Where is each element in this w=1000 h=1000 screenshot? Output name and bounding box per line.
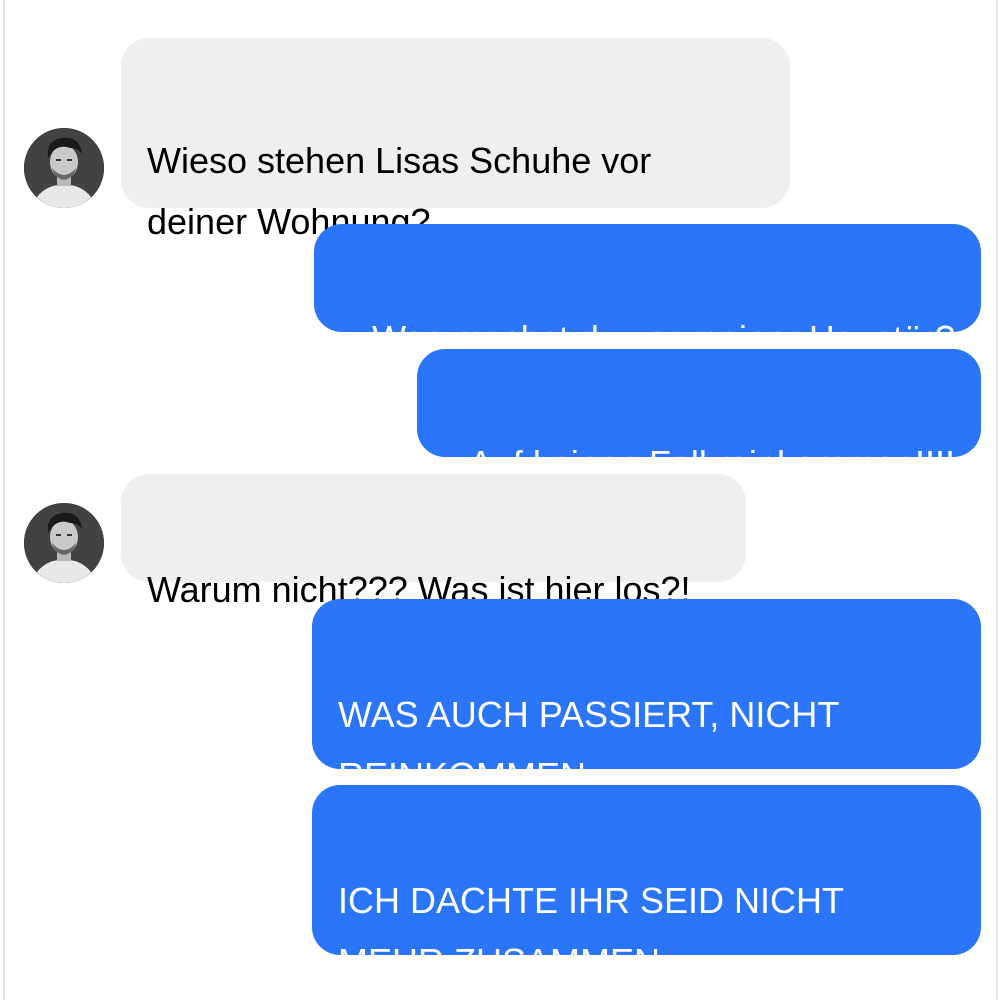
message-bubble-outgoing[interactable]: ICH DACHTE IHR SEID NICHT MEHR ZUSAMMEN [312, 785, 981, 982]
message-text: WAS AUCH PASSIERT, NICHT REINKOMMEN [338, 694, 840, 796]
avatar-photo-icon [24, 128, 104, 208]
message-text: ICH DACHTE IHR SEID NICHT MEHR ZUSAMMEN [338, 880, 845, 982]
message-bubble-incoming[interactable]: Warum nicht??? Was ist hier los?! [121, 474, 746, 610]
chat-thread: Wieso stehen Lisas Schuhe vor deiner Woh… [0, 0, 1000, 1000]
message-bubble-outgoing[interactable]: Auf keinen Fall reinkommen!!!! [417, 349, 981, 484]
avatar-photo-icon [24, 503, 104, 583]
message-bubble-incoming[interactable]: Wieso stehen Lisas Schuhe vor deiner Woh… [121, 38, 790, 242]
contact-avatar[interactable] [24, 128, 104, 208]
contact-avatar[interactable] [24, 503, 104, 583]
message-bubble-outgoing[interactable]: WAS AUCH PASSIERT, NICHT REINKOMMEN [312, 599, 981, 796]
message-bubble-outgoing[interactable]: Was machst du vor meiner Haustür? [314, 224, 981, 359]
